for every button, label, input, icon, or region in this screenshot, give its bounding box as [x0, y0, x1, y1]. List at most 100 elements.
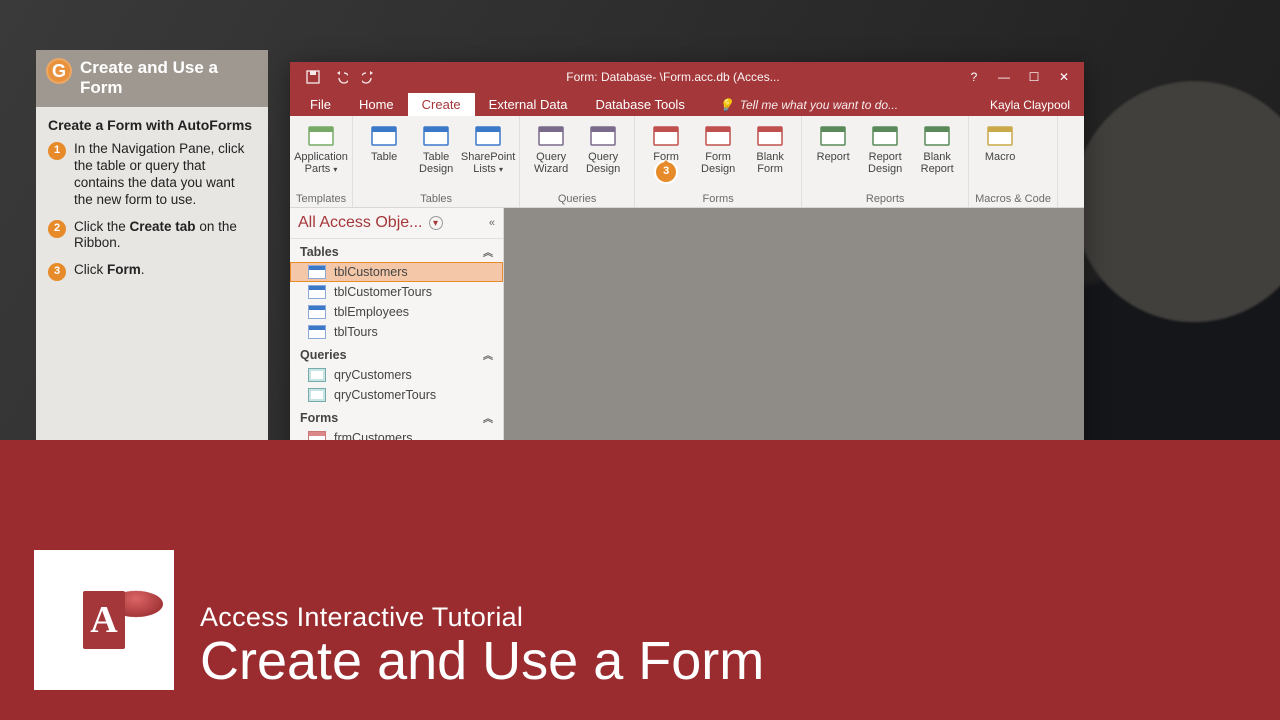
nav-group-label: Queries: [300, 348, 347, 362]
ribbon-sharepoint-lists-button[interactable]: SharePoint Lists ▾: [463, 120, 513, 177]
tell-me-placeholder: Tell me what you want to do...: [740, 98, 898, 112]
table-icon: [308, 325, 326, 339]
user-name[interactable]: Kayla Claypool: [976, 94, 1084, 116]
chevron-down-icon[interactable]: ▾: [429, 216, 443, 230]
ribbon-group-templates: Application Parts ▾ Templates: [290, 116, 353, 207]
window-titlebar[interactable]: Form: Database- \Form.acc.db (Acces... ?…: [290, 62, 1084, 92]
ribbon-form-button[interactable]: Form3: [641, 120, 691, 166]
ribbon-icon: [985, 122, 1015, 150]
nav-item[interactable]: tblCustomers: [290, 262, 503, 282]
tab-database-tools[interactable]: Database Tools: [581, 93, 698, 116]
ribbon-group-label: Tables: [359, 191, 513, 205]
ribbon-query-design-button[interactable]: Query Design: [578, 120, 628, 177]
tab-file[interactable]: File: [296, 93, 345, 116]
ribbon-group-queries: Query WizardQuery DesignQueries: [520, 116, 635, 207]
ribbon-icon: [922, 122, 952, 150]
ribbon-report-design-button[interactable]: Report Design: [860, 120, 910, 177]
navigation-pane-title: All Access Obje...: [298, 214, 423, 232]
video-title-banner: A Access Interactive Tutorial Create and…: [0, 440, 1280, 720]
ribbon-icon: [473, 122, 503, 150]
ribbon-button-label: Form Design: [695, 152, 741, 175]
ribbon-group-label: Templates: [296, 191, 346, 205]
instruction-step: 2Click the Create tab on the Ribbon.: [48, 219, 256, 253]
access-logo: A: [34, 550, 174, 690]
ribbon-button-label: Application Parts ▾: [294, 152, 348, 175]
close-button[interactable]: ✕: [1050, 66, 1078, 88]
ribbon-group-label: Macros & Code: [975, 191, 1051, 205]
nav-group-queries[interactable]: Queries ︽: [290, 342, 503, 365]
undo-icon[interactable]: [330, 66, 352, 88]
instruction-title: Create and Use a Form: [80, 58, 258, 97]
navigation-pane-header[interactable]: All Access Obje... ▾ «: [290, 208, 503, 239]
collapse-pane-icon[interactable]: «: [489, 217, 495, 229]
nav-item-label: tblEmployees: [334, 305, 409, 319]
window-title: Form: Database- \Form.acc.db (Acces...: [386, 70, 960, 84]
ribbon-icon: [306, 122, 336, 150]
step-number-badge: 1: [48, 142, 66, 160]
collapse-group-icon[interactable]: ︽: [483, 410, 493, 425]
ribbon-report-button[interactable]: Report: [808, 120, 858, 166]
ribbon-group-reports: Report Report Design Blank Report Reports: [802, 116, 969, 207]
instruction-panel: G Create and Use a Form Create a Form wi…: [36, 50, 268, 470]
nav-item[interactable]: tblTours: [290, 322, 503, 342]
lightbulb-icon: 💡: [719, 98, 734, 112]
quick-access-toolbar: [296, 66, 386, 88]
ribbon-button-label: Table Design: [413, 152, 459, 175]
nav-group-label: Tables: [300, 245, 339, 259]
ribbon-icon: [755, 122, 785, 150]
tab-home[interactable]: Home: [345, 93, 408, 116]
nav-item[interactable]: tblEmployees: [290, 302, 503, 322]
tell-me-search[interactable]: 💡 Tell me what you want to do...: [711, 94, 906, 116]
ribbon-form-design-button[interactable]: Form Design: [693, 120, 743, 177]
ribbon-blank-report-button[interactable]: Blank Report: [912, 120, 962, 177]
ribbon-group-macros-code: Macro Macros & Code: [969, 116, 1058, 207]
instruction-step: 1In the Navigation Pane, click the table…: [48, 141, 256, 209]
save-icon[interactable]: [302, 66, 324, 88]
tab-create[interactable]: Create: [408, 93, 475, 116]
ribbon-button-label: Blank Form: [747, 152, 793, 175]
nav-group-forms[interactable]: Forms ︽: [290, 405, 503, 428]
ribbon-button-label: Table: [371, 152, 397, 164]
ribbon-button-label: Macro: [985, 152, 1016, 164]
ribbon-button-label: Report Design: [862, 152, 908, 175]
ribbon-group-label: Reports: [808, 191, 962, 205]
maximize-button[interactable]: ☐: [1020, 66, 1048, 88]
instruction-step: 3Click Form.: [48, 262, 256, 281]
ribbon-button-label: Query Design: [580, 152, 626, 175]
nav-group-label: Forms: [300, 411, 338, 425]
ribbon-group-tables: Table Table DesignSharePoint Lists ▾ Table…: [353, 116, 520, 207]
instruction-body: Create a Form with AutoForms 1In the Nav…: [36, 107, 268, 301]
nav-item-label: qryCustomerTours: [334, 388, 436, 402]
tab-external-data[interactable]: External Data: [475, 93, 582, 116]
query-icon: [308, 388, 326, 402]
nav-item[interactable]: tblCustomerTours: [290, 282, 503, 302]
ribbon-icon: [369, 122, 399, 150]
ribbon-icon: [703, 122, 733, 150]
nav-group-tables[interactable]: Tables ︽: [290, 239, 503, 262]
ribbon-button-label: SharePoint Lists ▾: [461, 152, 515, 175]
ribbon-icon: [818, 122, 848, 150]
help-icon[interactable]: ?: [960, 66, 988, 88]
brand-logo-icon: G: [46, 58, 72, 84]
ribbon-button-label: Blank Report: [914, 152, 960, 175]
redo-icon[interactable]: [358, 66, 380, 88]
nav-item[interactable]: qryCustomers: [290, 365, 503, 385]
ribbon-query-wizard-button[interactable]: Query Wizard: [526, 120, 576, 177]
minimize-button[interactable]: —: [990, 66, 1018, 88]
ribbon-blank-form-button[interactable]: Blank Form: [745, 120, 795, 177]
nav-item-label: tblCustomers: [334, 265, 408, 279]
ribbon-table-button[interactable]: Table: [359, 120, 409, 166]
instruction-header: G Create and Use a Form: [36, 50, 268, 107]
ribbon-application-parts-button[interactable]: Application Parts ▾: [296, 120, 346, 177]
collapse-group-icon[interactable]: ︽: [483, 347, 493, 362]
nav-item-label: tblTours: [334, 325, 378, 339]
ribbon-tab-row: FileHomeCreateExternal DataDatabase Tool…: [290, 92, 1084, 116]
nav-item[interactable]: qryCustomerTours: [290, 385, 503, 405]
ribbon-macro-button[interactable]: Macro: [975, 120, 1025, 166]
step-text: Click the Create tab on the Ribbon.: [74, 219, 256, 253]
ribbon-button-label: Report: [817, 152, 850, 164]
banner-subtitle: Access Interactive Tutorial: [200, 602, 764, 633]
banner-title: Create and Use a Form: [200, 633, 764, 690]
collapse-group-icon[interactable]: ︽: [483, 244, 493, 259]
ribbon-table-design-button[interactable]: Table Design: [411, 120, 461, 177]
